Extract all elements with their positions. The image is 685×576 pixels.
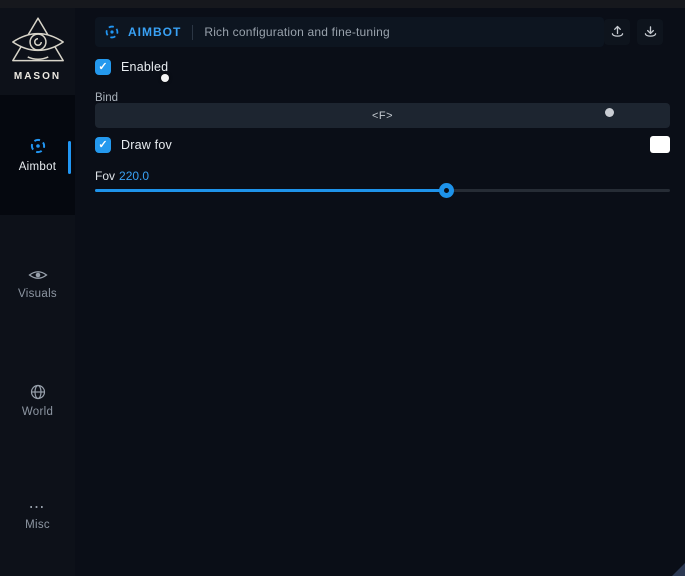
logo-text: MASON <box>0 71 75 82</box>
enabled-checkbox[interactable]: ✓ <box>95 59 111 75</box>
section-title: AIMBOT <box>128 25 181 39</box>
fov-slider-thumb[interactable] <box>439 183 454 198</box>
draw-fov-checkbox[interactable]: ✓ <box>95 137 111 153</box>
enabled-label: Enabled <box>121 60 168 74</box>
check-icon: ✓ <box>98 140 107 151</box>
fov-slider[interactable] <box>95 180 670 200</box>
sidebar-item-label: Aimbot <box>19 161 57 173</box>
sidebar-item-aimbot[interactable]: Aimbot <box>0 95 75 215</box>
section-subtitle: Rich configuration and fine-tuning <box>204 25 390 39</box>
sidebar-item-visuals[interactable]: Visuals <box>0 255 75 313</box>
sidebar-item-world[interactable]: World <box>0 372 75 430</box>
cursor-dot <box>161 74 169 82</box>
crosshair-icon <box>29 137 47 155</box>
upload-icon <box>610 25 625 40</box>
sidebar-item-label: Visuals <box>18 288 57 300</box>
window-corner-accent <box>672 563 685 576</box>
logo: MASON <box>0 16 75 82</box>
bind-keybind-input[interactable]: <F> <box>95 103 670 128</box>
sidebar: MASON Aimbot Visuals <box>0 8 75 576</box>
download-icon <box>643 25 658 40</box>
sidebar-item-label: World <box>22 406 53 418</box>
enabled-row: ✓ Enabled <box>95 58 168 76</box>
bind-value: <F> <box>372 110 393 122</box>
header-divider <box>192 25 193 40</box>
check-icon: ✓ <box>98 62 107 73</box>
fov-color-swatch[interactable] <box>650 136 670 153</box>
sidebar-item-label: Misc <box>25 519 50 531</box>
eye-pyramid-logo-icon <box>10 16 66 68</box>
section-header: AIMBOT Rich configuration and fine-tunin… <box>95 17 604 47</box>
globe-icon <box>30 384 46 400</box>
crosshair-icon <box>104 24 120 40</box>
drag-dot <box>605 108 614 117</box>
app-window: MASON Aimbot Visuals <box>0 0 685 576</box>
active-indicator <box>68 141 71 174</box>
top-strip <box>0 0 685 8</box>
sidebar-item-misc[interactable]: ⋯ Misc <box>0 491 75 543</box>
draw-fov-row: ✓ Draw fov <box>95 136 172 154</box>
ellipsis-icon: ⋯ <box>29 503 47 513</box>
download-config-button[interactable] <box>637 19 663 45</box>
draw-fov-label: Draw fov <box>121 138 172 152</box>
eye-icon <box>28 268 48 282</box>
fov-slider-fill <box>95 189 446 192</box>
upload-config-button[interactable] <box>604 19 630 45</box>
main-panel: AIMBOT Rich configuration and fine-tunin… <box>75 8 685 576</box>
